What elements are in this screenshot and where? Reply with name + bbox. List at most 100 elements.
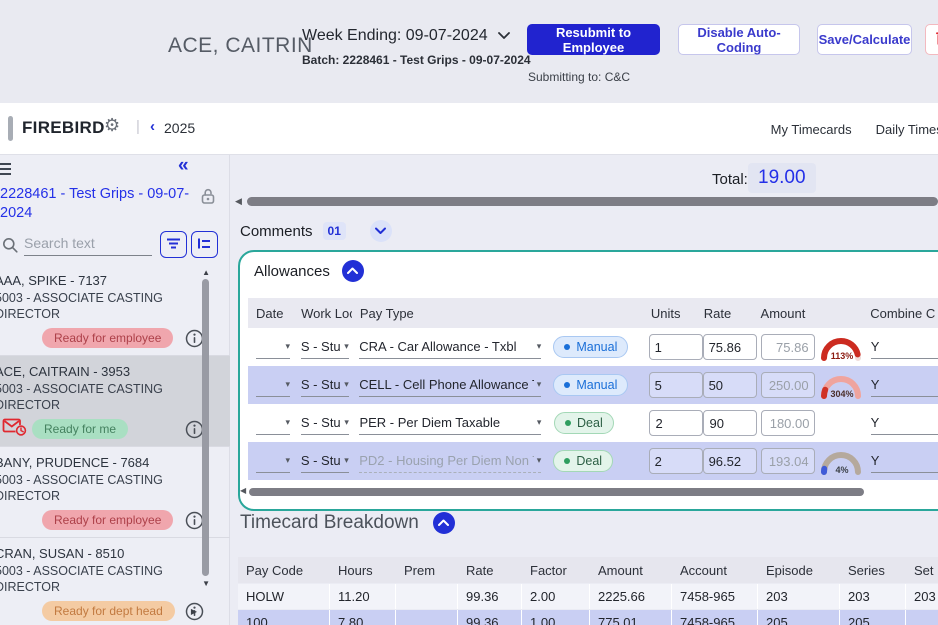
chevron-down-icon: ▾: [537, 379, 542, 390]
breakdown-cell: 203: [758, 584, 840, 609]
delete-timecard-button[interactable]: [925, 24, 938, 55]
pay-type-select[interactable]: PER - Per Diem Taxable▾: [359, 412, 541, 435]
breakdown-table: Pay CodeHoursPremRateFactorAmountAccount…: [238, 557, 938, 625]
breakdown-row[interactable]: 1007.8099.361.00775.017458-965205205: [238, 610, 938, 625]
work-loc-select[interactable]: S - Studio▾: [301, 412, 349, 435]
date-select[interactable]: ▾: [256, 374, 290, 397]
save-calculate-button[interactable]: Save/Calculate: [817, 24, 912, 55]
scroll-up-arrow[interactable]: ▲: [202, 268, 210, 277]
svg-text:113%: 113%: [831, 351, 854, 361]
allowances-title: Allowances: [254, 263, 330, 280]
rate-input[interactable]: [703, 334, 757, 360]
resubmit-to-employee-button[interactable]: Resubmit to Employee: [527, 24, 660, 55]
employee-list-item[interactable]: BANY, PRUDENCE - 76845003 - ASSOCIATE CA…: [0, 447, 230, 538]
pay-type-cell: CRA - Car Allowance - Txbl▾: [351, 336, 545, 359]
back-chevron-icon[interactable]: ‹: [150, 118, 155, 135]
submitting-to-label: Submitting to: C&C: [528, 70, 630, 84]
rate-input[interactable]: [703, 410, 757, 436]
batch-sidebar: « 2228461 - Test Grips - 09-07-2024 AAA,…: [0, 155, 230, 625]
pay-type-cell: PD2 - Housing Per Diem Non Ta▾: [351, 450, 545, 473]
combine-check-field[interactable]: Y: [871, 336, 938, 359]
pay-type-select[interactable]: PD2 - Housing Per Diem Non Ta▾: [359, 450, 541, 473]
amount-input: [761, 448, 815, 474]
combine-check-field[interactable]: Y: [871, 450, 938, 473]
nav-links: My Timecards Daily Timesh: [771, 122, 938, 137]
pay-type-select[interactable]: CRA - Car Allowance - Txbl▾: [359, 336, 541, 359]
chevron-down-icon: ▾: [285, 455, 290, 466]
total-label: Total:: [712, 171, 748, 188]
nav-daily-timesheets[interactable]: Daily Timesh: [876, 122, 938, 137]
breakdown-title: Timecard Breakdown: [240, 512, 419, 534]
work-loc-value: S - Studio: [301, 339, 341, 354]
scroll-left-arrow[interactable]: ◀: [235, 196, 242, 207]
nav-my-timecards[interactable]: My Timecards: [771, 122, 852, 137]
employee-status-row: Ready for employee: [0, 327, 230, 349]
chevron-down-icon: ▾: [285, 341, 290, 352]
week-ending-dropdown[interactable]: Week Ending: 09-07-2024: [302, 27, 531, 45]
work-loc-cell: S - Studio▾: [293, 412, 352, 435]
employee-list-item[interactable]: AAA, SPIKE - 71375003 - ASSOCIATE CASTIN…: [0, 265, 230, 356]
work-loc-value: S - Studio: [301, 415, 341, 430]
sort-button[interactable]: [191, 231, 218, 258]
allowances-header: Allowances: [254, 260, 364, 282]
date-select[interactable]: ▾: [256, 450, 290, 473]
rate-gauge: 113%: [817, 333, 863, 361]
top-header: ACE, CAITRIN Week Ending: 09-07-2024 Bat…: [0, 0, 938, 103]
breakdown-column-header: Episode: [758, 563, 840, 578]
chevron-down-icon: [498, 27, 510, 45]
work-loc-select[interactable]: S - Studio▾: [301, 450, 349, 473]
combine-check-field[interactable]: Y: [871, 374, 938, 397]
employee-list-item[interactable]: ACE, CAITRAIN - 39535003 - ASSOCIATE CAS…: [0, 356, 230, 447]
allowances-panel: Allowances DateWork LocPay TypeUnitsRate…: [238, 250, 938, 511]
pay-type-value: PD2 - Housing Per Diem Non Ta: [359, 453, 533, 468]
comments-expand-button[interactable]: [370, 220, 392, 242]
collapse-breakdown-button[interactable]: [433, 512, 455, 534]
badge-dot-icon: [564, 344, 570, 350]
unlock-icon[interactable]: [200, 187, 216, 210]
breakdown-cell: [396, 610, 458, 625]
svg-text:4%: 4%: [835, 465, 848, 475]
breakdown-cell: 99.36: [458, 610, 522, 625]
pay-type-value: CRA - Car Allowance - Txbl: [359, 339, 516, 354]
work-loc-value: S - Studio: [301, 377, 341, 392]
date-select[interactable]: ▾: [256, 412, 290, 435]
sort-icon: [197, 237, 212, 253]
svg-text:304%: 304%: [830, 389, 853, 399]
list-icon[interactable]: [0, 161, 12, 182]
scroll-right-arrow[interactable]: ▶: [191, 607, 197, 616]
allowances-table-body: ▾S - Studio▾CRA - Car Allowance - Txbl▾M…: [248, 328, 938, 480]
combine-check-field[interactable]: Y: [871, 412, 938, 435]
vertical-scrollbar[interactable]: [202, 279, 209, 576]
breakdown-cell: 7.80: [330, 610, 396, 625]
gear-icon[interactable]: ⚙: [104, 115, 120, 136]
status-badge: Ready for me: [32, 419, 128, 439]
collapse-allowances-button[interactable]: [342, 260, 364, 282]
comments-count-badge: 01: [323, 222, 346, 240]
units-cell: [641, 372, 695, 398]
pay-type-value: CELL - Cell Phone Allowance Ta: [359, 377, 533, 392]
breakdown-column-header: Hours: [330, 563, 396, 578]
batch-link[interactable]: 2228461 - Test Grips - 09-07-2024: [0, 185, 196, 223]
breakdown-row[interactable]: HOLW11.2099.362.002225.667458-9652032032…: [238, 584, 938, 609]
horizontal-scrollbar-allowances[interactable]: [249, 488, 864, 496]
rate-input[interactable]: [703, 372, 757, 398]
date-select[interactable]: ▾: [256, 336, 290, 359]
horizontal-scrollbar-top[interactable]: [247, 197, 938, 206]
comments-label: Comments: [240, 223, 313, 240]
disable-auto-coding-button[interactable]: Disable Auto-Coding: [678, 24, 800, 55]
scroll-down-arrow[interactable]: ▼: [202, 579, 210, 588]
filter-button[interactable]: [160, 231, 187, 258]
chevron-down-icon: ▾: [285, 379, 290, 390]
week-ending-block: Week Ending: 09-07-2024 Batch: 2228461 -…: [302, 27, 531, 67]
work-loc-select[interactable]: S - Studio▾: [301, 336, 349, 359]
collapse-sidebar-icon[interactable]: «: [178, 157, 189, 175]
source-badge-cell: Deal: [546, 412, 641, 434]
pay-type-select[interactable]: CELL - Cell Phone Allowance Ta ▾: [359, 374, 541, 397]
work-loc-select[interactable]: S - Studio▾: [301, 374, 349, 397]
badge-dot-icon: [564, 382, 570, 388]
search-input[interactable]: [24, 233, 152, 256]
allowances-column-header: Rate: [696, 306, 753, 321]
filter-icon: [166, 237, 181, 253]
scroll-left-arrow[interactable]: ◀: [240, 486, 246, 495]
rate-input[interactable]: [703, 448, 757, 474]
